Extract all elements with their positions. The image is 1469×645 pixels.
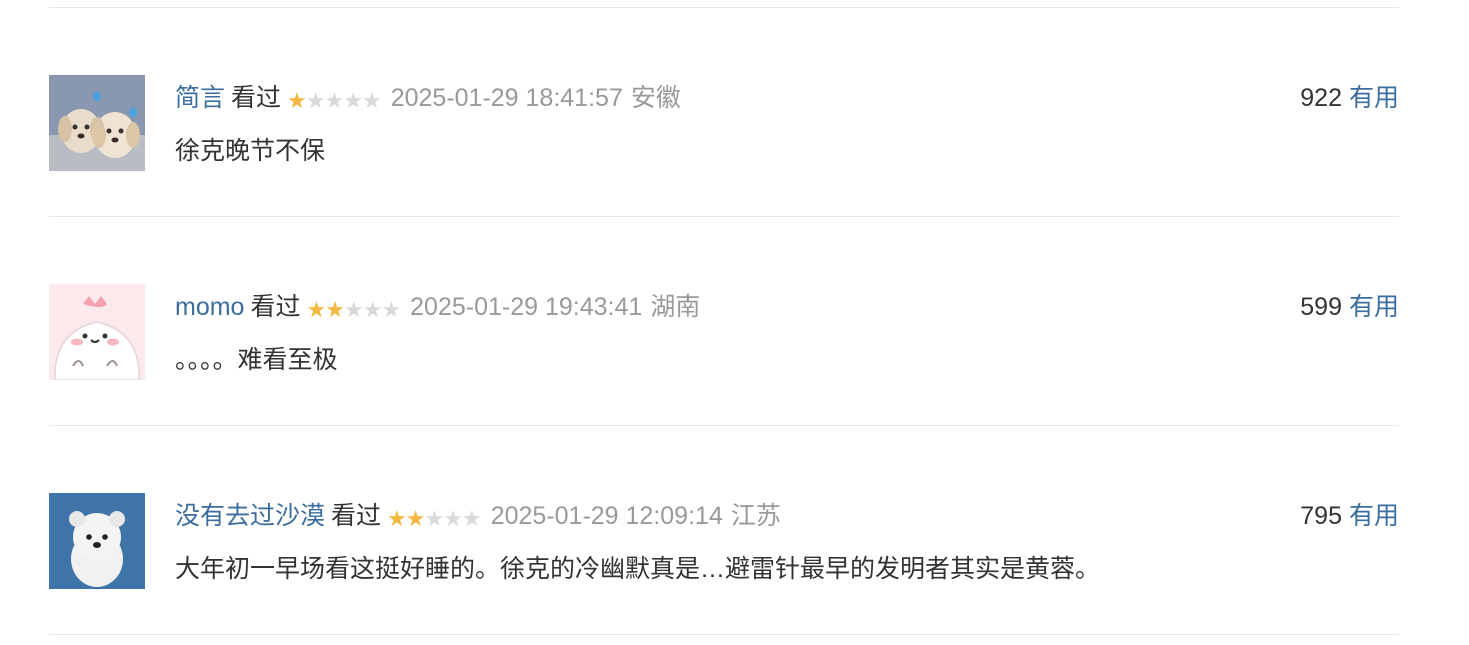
avatar[interactable] [49,493,145,589]
star-empty-icon: ★ [461,506,482,531]
star-filled-icon: ★ [387,506,407,531]
comment-content: 徐克晚节不保 [175,137,326,165]
star-empty-icon: ★ [343,88,363,113]
useful-button[interactable]: 有用 [1349,502,1399,530]
vote-count: 599 [1300,293,1342,321]
comment-list: 简言 看过 ★★★★★ 2025-01-29 18:41:57 安徽 922 有用 徐克晚… [49,0,1399,635]
rating-stars: ★★★★★ [287,84,382,118]
comment-item: 简言 看过 ★★★★★ 2025-01-29 18:41:57 安徽 922 有用 徐克晚… [49,8,1399,216]
comment-meta: 简言 看过 ★★★★★ 2025-01-29 18:41:57 安徽 [175,81,681,115]
useful-button[interactable]: 有用 [1349,84,1399,112]
cartoon-blob-avatar-icon [49,284,145,380]
vote-area: 922 有用 [1300,81,1399,115]
username-link[interactable]: 没有去过沙漠 [175,502,325,530]
comment-location: 安徽 [630,84,681,112]
white-bear-avatar-icon [49,493,145,589]
rating-stars: ★★★★★ [306,293,401,327]
rating-stars: ★★★★★ [387,502,482,536]
useful-button[interactable]: 有用 [1349,293,1399,321]
vote-count: 922 [1300,84,1342,112]
star-filled-icon: ★ [325,297,345,322]
comment-item: momo 看过 ★★★★★ 2025-01-29 19:43:41 湖南 599 有用 。… [49,217,1399,425]
username-link[interactable]: 简言 [175,84,225,112]
comment-meta: 没有去过沙漠 看过 ★★★★★ 2025-01-29 12:09:14 江苏 [175,499,781,533]
comment-time: 2025-01-29 18:41:57 [390,84,623,112]
vote-area: 599 有用 [1300,290,1399,324]
comment-item: 没有去过沙漠 看过 ★★★★★ 2025-01-29 12:09:14 江苏 795 有用… [49,426,1399,634]
star-filled-icon: ★ [306,297,326,322]
watch-status: 看过 [250,293,301,321]
puppies-avatar-icon [49,75,145,171]
star-empty-icon: ★ [324,88,345,113]
avatar[interactable] [49,284,145,380]
vote-count: 795 [1300,502,1342,530]
star-empty-icon: ★ [443,506,463,531]
star-filled-icon: ★ [405,506,426,531]
vote-area: 795 有用 [1300,499,1399,533]
star-empty-icon: ★ [381,297,401,322]
watch-status: 看过 [331,502,382,530]
avatar[interactable] [49,75,145,171]
star-empty-icon: ★ [305,88,326,113]
username-link[interactable]: momo [175,293,244,321]
divider [49,634,1399,635]
star-empty-icon: ★ [361,88,382,113]
comment-content: 大年初一早场看这挺好睡的。徐克的冷幽默真是…避雷针最早的发明者其实是黄蓉。 [175,555,1101,583]
star-empty-icon: ★ [362,297,383,322]
star-filled-icon: ★ [287,88,307,113]
comment-content: 。。。。难看至极 [175,346,338,374]
comment-location: 湖南 [650,293,701,321]
star-empty-icon: ★ [424,506,445,531]
comment-time: 2025-01-29 12:09:14 [490,502,723,530]
watch-status: 看过 [231,84,282,112]
star-empty-icon: ★ [343,297,364,322]
comment-time: 2025-01-29 19:43:41 [410,293,643,321]
comment-meta: momo 看过 ★★★★★ 2025-01-29 19:43:41 湖南 [175,290,700,324]
comment-location: 江苏 [730,502,781,530]
